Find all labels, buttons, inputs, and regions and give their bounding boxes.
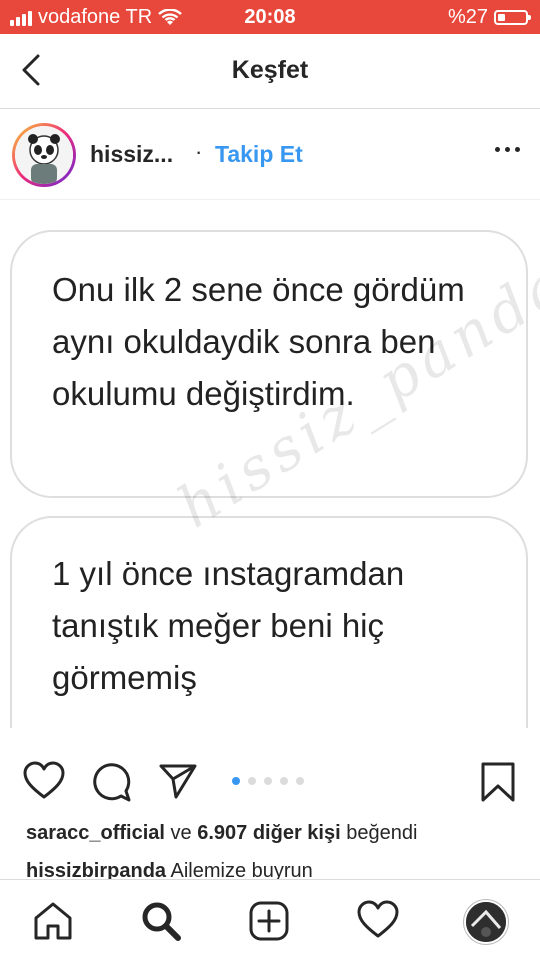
likes-suffix: beğendi [346,822,418,844]
dot-icon [505,147,510,152]
battery-percent: %27 [447,6,488,28]
comment-icon [93,763,131,802]
plus-square-icon [249,901,289,941]
post-header: hissiz... · Takip Et [0,109,540,200]
bookmark-icon [481,762,515,802]
tab-search[interactable] [140,900,182,947]
panda-avatar-icon [15,126,73,184]
battery-group: %27 [447,6,531,29]
avatar[interactable] [12,123,76,187]
bottom-tab-bar [0,879,540,960]
status-bar: vodafone TR 20:08 %27 [0,0,540,34]
carousel-dot [264,777,272,785]
send-icon [159,764,197,799]
save-button[interactable] [480,761,516,808]
tab-profile[interactable] [464,900,508,944]
likes-count[interactable]: 6.907 diğer kişi [197,822,340,844]
post-media[interactable]: Onu ilk 2 sene önce gördüm aynı okuldayd… [0,200,540,728]
post-username[interactable]: hissiz... [90,141,173,168]
heart-icon [357,900,399,938]
tab-new-post[interactable] [248,900,290,947]
message-bubble: 1 yıl önce ınstagramdan tanıştık meğer b… [10,516,528,728]
message-text: 1 yıl önce ınstagramdan tanıştık meğer b… [52,555,405,696]
carousel-dot [296,777,304,785]
carousel-indicator [232,777,304,785]
carousel-dot [280,777,288,785]
top-nav: Keşfet [0,34,540,109]
tab-home[interactable] [32,900,74,947]
likes-line: saracc_official ve 6.907 diğer kişi beğe… [26,822,417,845]
dot-icon [515,147,520,152]
liker-username[interactable]: saracc_official [26,822,165,844]
battery-icon [494,10,531,25]
comment-button[interactable] [90,761,132,808]
tab-activity[interactable] [356,900,400,945]
carousel-dot [248,777,256,785]
follow-button[interactable]: Takip Et [215,141,303,168]
dot-icon [495,147,500,152]
home-icon [34,902,72,940]
separator-dot: · [195,139,203,164]
page-title: Keşfet [231,56,309,84]
share-button[interactable] [158,761,198,806]
search-icon [142,902,181,941]
heart-icon [23,761,65,799]
post-actions [0,755,540,811]
avatar [464,900,508,944]
carousel-dot [232,777,240,785]
more-options-button[interactable] [495,147,520,152]
like-button[interactable] [22,761,66,806]
likes-connector: ve [170,822,192,844]
